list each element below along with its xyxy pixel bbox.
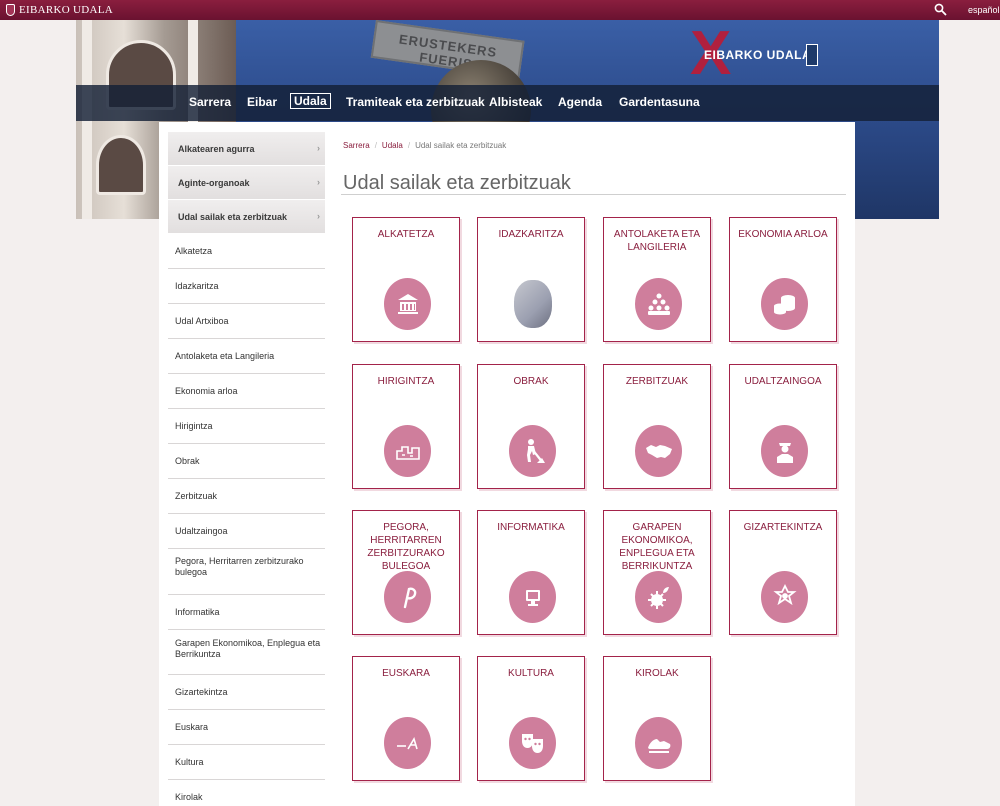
community-star-icon: [761, 571, 808, 623]
sidebar-item-informatika[interactable]: Informatika: [168, 595, 325, 630]
chevron-right-icon: ›: [317, 177, 320, 187]
coins-icon: [761, 278, 808, 330]
search-icon[interactable]: [934, 3, 947, 16]
sneaker-icon: [635, 717, 682, 769]
pegora-logo-icon: [384, 571, 431, 623]
breadcrumb: Sarrera / Udala / Udal sailak eta zerbitzuak: [343, 141, 507, 150]
city-plan-icon: [384, 425, 431, 477]
town-hall-icon: [384, 278, 431, 330]
handshake-icon: [635, 425, 682, 477]
top-bar: EIBARKO UDALA español: [0, 0, 1000, 20]
page-title: Udal sailak eta zerbitzuak: [343, 172, 571, 194]
sidebar: Alkatearen agurra › Aginte-organoak › Udal…: [168, 132, 325, 806]
tile-garapen[interactable]: GARAPEN EKONOMIKOA, ENPLEGUA ETA BERRIKU…: [603, 510, 711, 635]
breadcrumb-udala[interactable]: Udala: [382, 141, 403, 150]
chevron-right-icon: ›: [317, 211, 320, 221]
nav-item-udala[interactable]: Udala: [290, 93, 331, 109]
tile-antolaketa[interactable]: ANTOLAKETA ETA LANGILERIA: [603, 217, 711, 342]
tile-udaltzaingoa[interactable]: UDALTZAINGOA: [729, 364, 837, 489]
site-logo[interactable]: EIBARKO UDALA: [6, 3, 113, 17]
tile-kultura[interactable]: KULTURA: [477, 656, 585, 781]
sidebar-item-ekonomia[interactable]: Ekonomia arloa: [168, 374, 325, 409]
sidebar-item-udal-artxiboa[interactable]: Udal Artxiboa: [168, 304, 325, 339]
sidebar-item-alkatetza[interactable]: Alkatetza: [168, 234, 325, 269]
breadcrumb-current: Udal sailak eta zerbitzuak: [415, 141, 507, 150]
computer-icon: [509, 571, 556, 623]
worker-digging-icon: [509, 425, 556, 477]
gear-sprout-icon: [635, 571, 682, 623]
sidebar-item-hirigintza[interactable]: Hirigintza: [168, 409, 325, 444]
sidebar-item-euskara[interactable]: Euskara: [168, 710, 325, 745]
police-officer-icon: [761, 425, 808, 477]
sidebar-item-udal-sailak[interactable]: Udal sailak eta zerbitzuak ›: [168, 200, 325, 234]
euskara-logo-icon: [384, 717, 431, 769]
title-divider: [341, 194, 846, 195]
brand-text: EIBARKO UDALA: [704, 48, 812, 62]
sidebar-item-idazkaritza[interactable]: Idazkaritza: [168, 269, 325, 304]
tile-obrak[interactable]: OBRAK: [477, 364, 585, 489]
sidebar-item-garapen[interactable]: Garapen Ekonomikoa, Enplegua eta Berriku…: [168, 630, 325, 675]
chevron-right-icon: ›: [317, 143, 320, 153]
tile-kirolak[interactable]: KIROLAK: [603, 656, 711, 781]
tile-alkatetza[interactable]: ALKATETZA: [352, 217, 460, 342]
document-photo-icon: [509, 278, 556, 330]
tile-ekonomia[interactable]: EKONOMIA ARLOA: [729, 217, 837, 342]
brand-square: [806, 44, 818, 66]
language-link[interactable]: español: [968, 5, 1000, 15]
tile-pegora[interactable]: PEGORA, HERRITARREN ZERBITZURAKO BULEGOA: [352, 510, 460, 635]
tile-euskara[interactable]: EUSKARA: [352, 656, 460, 781]
sidebar-item-aginte-organoak[interactable]: Aginte-organoak ›: [168, 166, 325, 200]
nav-item-gardentasuna[interactable]: Gardentasuna: [616, 94, 703, 110]
site-logo-text: EIBARKO UDALA: [19, 4, 114, 16]
tile-hirigintza[interactable]: HIRIGINTZA: [352, 364, 460, 489]
nav-item-eibar[interactable]: Eibar: [244, 94, 280, 110]
sidebar-item-obrak[interactable]: Obrak: [168, 444, 325, 479]
brand-logo[interactable]: X EIBARKO UDALA: [690, 23, 820, 86]
tile-idazkaritza[interactable]: IDAZKARITZA: [477, 217, 585, 342]
tile-gizartekintza[interactable]: GIZARTEKINTZA: [729, 510, 837, 635]
sidebar-item-antolaketa[interactable]: Antolaketa eta Langileria: [168, 339, 325, 374]
sidebar-item-gizartekintza[interactable]: Gizartekintza: [168, 675, 325, 710]
sidebar-item-zerbitzuak[interactable]: Zerbitzuak: [168, 479, 325, 514]
tile-informatika[interactable]: INFORMATIKA: [477, 510, 585, 635]
nav-item-tramiteak[interactable]: Tramiteak eta zerbitzuak: [343, 94, 488, 110]
nav-item-albisteak[interactable]: Albisteak: [486, 94, 545, 110]
nav-item-agenda[interactable]: Agenda: [555, 94, 605, 110]
crest-icon: [6, 4, 15, 16]
main-nav: Sarrera Eibar Udala Tramiteak eta zerbit…: [76, 85, 939, 121]
nav-item-sarrera[interactable]: Sarrera: [186, 94, 234, 110]
sidebar-item-kultura[interactable]: Kultura: [168, 745, 325, 780]
breadcrumb-home[interactable]: Sarrera: [343, 141, 370, 150]
theater-masks-icon: [509, 717, 556, 769]
people-pyramid-icon: [635, 278, 682, 330]
tile-zerbitzuak[interactable]: ZERBITZUAK: [603, 364, 711, 489]
sidebar-item-pegora[interactable]: Pegora, Herritarren zerbitzurako bulegoa: [168, 549, 325, 595]
sidebar-item-udaltzaingoa[interactable]: Udaltzaingoa: [168, 514, 325, 549]
sidebar-item-kirolak[interactable]: Kirolak: [168, 780, 325, 806]
sidebar-item-alkatearen-agurra[interactable]: Alkatearen agurra ›: [168, 132, 325, 166]
